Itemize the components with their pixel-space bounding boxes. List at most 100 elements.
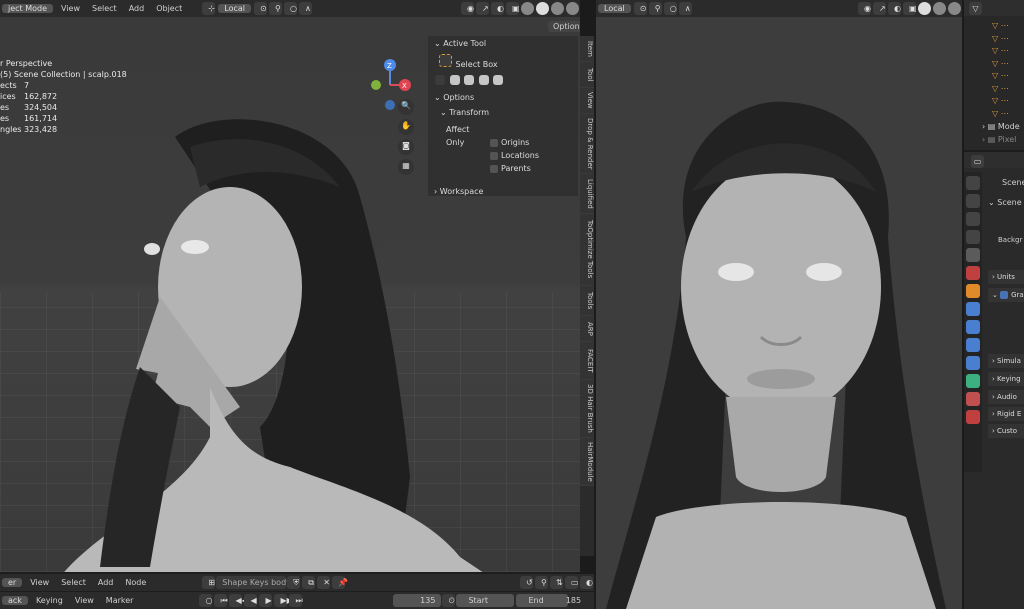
- options-header[interactable]: ⌄ Options: [428, 90, 578, 105]
- tree-icon[interactable]: ▽ ⋯: [992, 70, 1024, 83]
- tab-faceit[interactable]: FACEIT: [580, 342, 594, 380]
- start-frame-field[interactable]: Start 1: [456, 594, 520, 607]
- play-icon[interactable]: ▶: [259, 594, 273, 607]
- end-frame-field[interactable]: End 185: [516, 594, 581, 607]
- shield-icon[interactable]: ⛨: [287, 576, 301, 589]
- shading-solid-icon-right[interactable]: [918, 2, 931, 15]
- pivot-icon[interactable]: ⊙: [254, 2, 267, 15]
- shape-key-icon[interactable]: ⊞: [202, 576, 216, 589]
- proportional-icon[interactable]: ○: [284, 2, 297, 15]
- snapping-icon[interactable]: ⚲: [535, 576, 548, 589]
- simulation-panel[interactable]: › Simula: [988, 354, 1024, 368]
- overlay-icon[interactable]: ◐: [491, 2, 504, 15]
- tree-icon[interactable]: ▽ ⋯: [992, 108, 1024, 121]
- scene-icon[interactable]: [966, 248, 980, 262]
- constraint-icon[interactable]: [966, 356, 980, 370]
- menu-add-bottom[interactable]: Add: [92, 578, 120, 587]
- overlay-icon-right[interactable]: ◐: [888, 2, 901, 15]
- snap-icon[interactable]: ⚲: [269, 2, 282, 15]
- zoom-icon[interactable]: 🔍: [398, 99, 414, 115]
- next-key-icon[interactable]: ▶▶: [274, 594, 293, 607]
- tab-tools[interactable]: Tools: [580, 286, 594, 316]
- falloff-icon[interactable]: ∧: [299, 2, 312, 15]
- keying-menu[interactable]: Keying: [30, 596, 69, 605]
- shading-wire-icon[interactable]: [521, 2, 534, 15]
- select-intersect-icon[interactable]: [493, 75, 504, 85]
- record-icon[interactable]: ○: [199, 594, 213, 607]
- timeline-type-dropdown[interactable]: ack: [2, 596, 28, 605]
- snap-icon-right[interactable]: ⚲: [648, 2, 662, 15]
- tab-arp[interactable]: ARP: [580, 316, 594, 342]
- hand-icon[interactable]: ✋: [398, 119, 414, 135]
- jump-start-icon[interactable]: ⏮: [214, 594, 228, 607]
- units-panel[interactable]: › Units: [988, 270, 1024, 284]
- outliner-item-mode[interactable]: › ▤ Mode: [982, 120, 1024, 133]
- view-icon[interactable]: ◐: [580, 576, 593, 589]
- transform-orientation[interactable]: Local: [218, 4, 251, 13]
- gravity-checkbox[interactable]: [1000, 291, 1009, 299]
- transform-orientation-right[interactable]: Local: [598, 4, 631, 13]
- tab-tool[interactable]: Tool: [580, 62, 594, 88]
- texture-icon[interactable]: [966, 410, 980, 424]
- rigid-body-panel[interactable]: › Rigid E: [988, 407, 1024, 421]
- modifier-icon[interactable]: [966, 302, 980, 316]
- play-reverse-icon[interactable]: ◀: [244, 594, 258, 607]
- locations-checkbox[interactable]: [490, 151, 498, 160]
- parents-checkbox[interactable]: [490, 164, 498, 173]
- origins-checkbox[interactable]: [490, 138, 498, 147]
- render-icon[interactable]: [966, 194, 980, 208]
- outliner-item-pixel[interactable]: › ▤ Pixel: [982, 133, 1024, 146]
- overlay-toggle-icon[interactable]: ↺: [520, 576, 533, 589]
- tree-icon[interactable]: ▽ ⋯: [992, 58, 1024, 71]
- active-tool-header[interactable]: ⌄ Active Tool: [428, 36, 578, 51]
- orientation-icon[interactable]: ⊹: [202, 2, 216, 15]
- shape-keys-field[interactable]: Shape Keys body: [216, 576, 291, 589]
- tool-icon[interactable]: [966, 176, 980, 190]
- y-axis-icon[interactable]: [371, 80, 381, 90]
- current-frame-field[interactable]: 135: [393, 594, 442, 607]
- menu-view-bottom[interactable]: View: [24, 578, 55, 587]
- material-icon[interactable]: [966, 392, 980, 406]
- shading-material-icon[interactable]: [551, 2, 564, 15]
- shading-render-icon-right[interactable]: [948, 2, 961, 15]
- gizmo-icon-right[interactable]: ↗: [873, 2, 886, 15]
- tab-drop-render[interactable]: Drop & Render: [580, 114, 594, 174]
- visibility-icon-right[interactable]: ◉: [858, 2, 871, 15]
- editor-type-icon[interactable]: ▭: [971, 155, 984, 168]
- marker-menu[interactable]: Marker: [100, 596, 140, 605]
- data-icon[interactable]: [966, 374, 980, 388]
- close-icon[interactable]: ✕: [317, 576, 331, 589]
- jump-end-icon[interactable]: ⏭: [289, 594, 303, 607]
- tree-icon[interactable]: ▽ ⋯: [992, 33, 1024, 46]
- viewport-right[interactable]: [596, 17, 962, 609]
- world-icon[interactable]: [966, 266, 980, 280]
- xray-icon[interactable]: ▣: [506, 2, 520, 15]
- shading-render-icon[interactable]: [566, 2, 579, 15]
- outliner-filter-icon[interactable]: ▽: [969, 1, 982, 15]
- menu-view[interactable]: View: [55, 4, 86, 13]
- menu-add[interactable]: Add: [123, 4, 151, 13]
- select-new-icon[interactable]: [435, 75, 445, 85]
- falloff-icon-right[interactable]: ∧: [678, 2, 692, 15]
- node-wrangler-icon[interactable]: ⇅: [550, 576, 563, 589]
- select-subtract-icon[interactable]: [464, 75, 475, 85]
- tab-hair-brush[interactable]: 3D Hair Brush: [580, 380, 594, 438]
- pivot-icon-right[interactable]: ⊙: [633, 2, 647, 15]
- visibility-icon[interactable]: ◉: [461, 2, 474, 15]
- menu-select[interactable]: Select: [86, 4, 123, 13]
- tree-icon[interactable]: ▽ ⋯: [992, 20, 1024, 33]
- menu-node-bottom[interactable]: Node: [119, 578, 152, 587]
- menu-select-bottom[interactable]: Select: [55, 578, 92, 587]
- grid-view-icon[interactable]: ▦: [398, 159, 414, 175]
- shading-material-icon-right[interactable]: [933, 2, 946, 15]
- xray-icon-right[interactable]: ▣: [903, 2, 917, 15]
- gizmo-icon[interactable]: ↗: [476, 2, 489, 15]
- particles-icon[interactable]: [966, 320, 980, 334]
- clock-icon[interactable]: ⏲: [442, 594, 456, 607]
- custom-props-panel[interactable]: › Custo: [988, 424, 1024, 438]
- tab-tooptimize[interactable]: ToOptimize Tools: [580, 214, 594, 286]
- view-menu-timeline[interactable]: View: [69, 596, 100, 605]
- options-button[interactable]: Options: [548, 21, 580, 32]
- output-icon[interactable]: [966, 212, 980, 226]
- select-extend-icon[interactable]: [449, 75, 460, 85]
